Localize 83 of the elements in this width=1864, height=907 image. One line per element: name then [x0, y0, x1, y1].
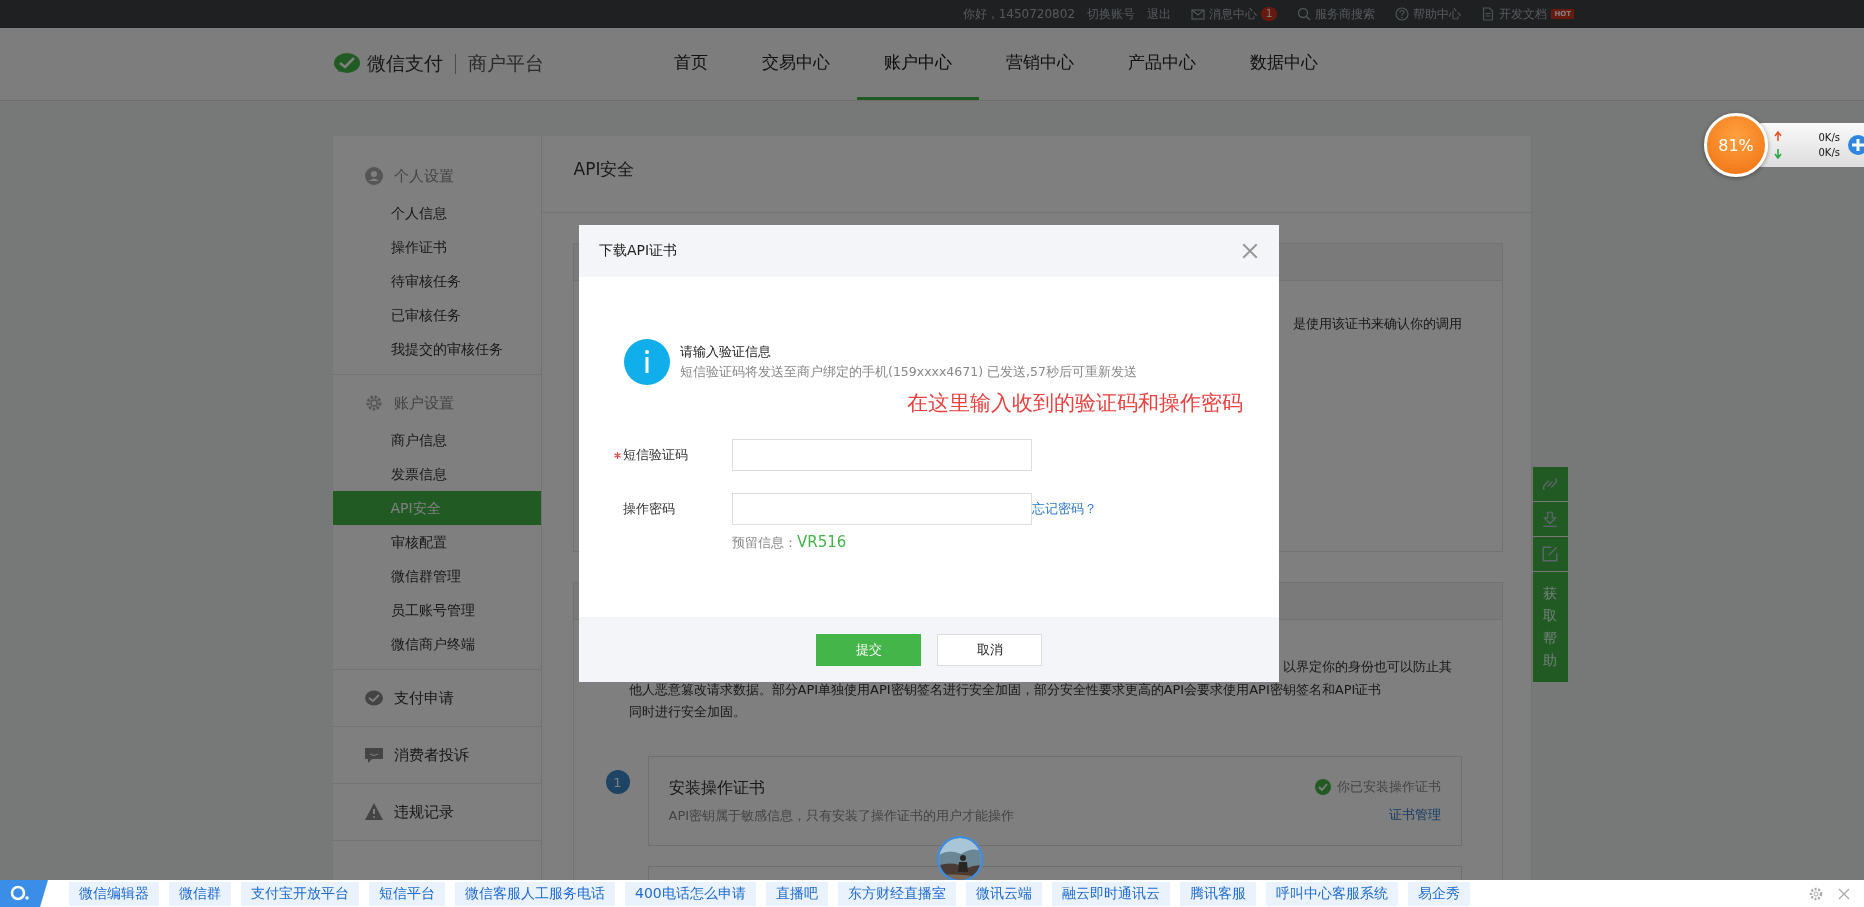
info-icon [624, 339, 670, 385]
input-field[interactable] [732, 493, 1032, 525]
quick-link[interactable]: 微信客服人工服务电话 [455, 881, 615, 906]
quick-link[interactable]: 东方财经直播室 [837, 881, 956, 906]
logo-text: 微信支付 [366, 51, 443, 76]
submit-button[interactable]: 提交 [816, 633, 921, 666]
forgot-password-link[interactable]: 忘记密码？ [1032, 500, 1097, 518]
edit-icon [1541, 545, 1559, 563]
count-badge: 1 [1261, 7, 1278, 21]
sidebar-item[interactable]: 员工账号管理 [332, 593, 541, 627]
check-icon [1314, 779, 1331, 795]
nav-tab[interactable]: 营销中心 [978, 28, 1101, 100]
logo-icon[interactable] [0, 880, 48, 907]
search-icon [1297, 7, 1312, 21]
download-button[interactable] [1532, 502, 1568, 536]
download-arrow-icon [1774, 149, 1782, 159]
sidebar-item[interactable]: 已审核任务 [332, 298, 541, 332]
quick-link[interactable]: 易企秀 [1407, 881, 1470, 906]
check-bubble-icon [363, 688, 384, 708]
input-field[interactable] [732, 439, 1032, 471]
intro-text: 他人恶意篡改请求数据。部分API单独使用API密钥签名进行安全加固，部分安全性要求更高的API会要求使用API密钥签名和API证书 [628, 682, 1383, 698]
quick-link[interactable]: 微信编辑器 [69, 881, 159, 906]
settings-icon[interactable] [1808, 885, 1824, 902]
cancel-button[interactable]: 取消 [937, 633, 1042, 666]
nav-tab[interactable]: 首页 [646, 28, 735, 100]
upload-speed: 0K/s [1818, 132, 1840, 143]
quick-link[interactable]: 微信群 [169, 881, 231, 906]
sidebar-item[interactable]: 审核配置 [332, 525, 541, 559]
sidebar-item[interactable]: 微信群管理 [332, 559, 541, 593]
sidebar-item[interactable]: 消费者投诉 [393, 745, 469, 765]
sidebar-item[interactable]: 操作证书 [332, 230, 541, 264]
person-icon [363, 166, 384, 186]
sidebar-item[interactable]: 商户信息 [332, 423, 541, 457]
nav-tab[interactable]: 数据中心 [1222, 28, 1345, 100]
quick-link[interactable]: 融云即时通讯云 [1051, 881, 1170, 906]
logo-subtitle: 商户平台 [467, 51, 544, 76]
quick-link[interactable]: 支付宝开放平台 [241, 881, 359, 906]
mail-icon [1191, 7, 1206, 21]
edit-button[interactable] [1532, 537, 1568, 571]
document-icon [1481, 7, 1496, 21]
info-text: 短信验证码将发送至商户绑定的手机(159xxxx4671) 已发送,57秒后可重新发送 [680, 364, 1137, 381]
card-text: 是使用该证书来确认你的调用 [1292, 315, 1462, 333]
help-icon [1395, 7, 1410, 21]
quick-link[interactable]: 微讯云端 [965, 881, 1042, 906]
reserved-value: VR516 [797, 533, 847, 551]
warning-icon [363, 802, 384, 822]
chat-icon [363, 745, 384, 765]
nav-tab[interactable]: 账户中心 [856, 28, 979, 100]
download-speed: 0K/s [1818, 147, 1840, 158]
reserved-label: 预留信息： [732, 535, 797, 550]
annotation-text: 在这里输入收到的验证码和操作密码 [907, 390, 1243, 417]
close-icon [1241, 242, 1259, 260]
sidebar-item[interactable]: 支付申请 [393, 688, 454, 708]
step-number: 1 [605, 770, 630, 794]
sidebar-item[interactable]: 待审核任务 [332, 264, 541, 298]
sidebar-item[interactable]: 我提交的审核任务 [332, 332, 541, 366]
cert-link[interactable]: 证书管理 [1388, 806, 1441, 824]
nav-tab[interactable]: 产品中心 [1100, 28, 1223, 100]
nav-tab[interactable]: 交易中心 [734, 28, 857, 100]
intro-text: 同时进行安全加固。 [628, 704, 747, 720]
quick-link[interactable]: 400电话怎么申请 [625, 881, 756, 906]
link-button[interactable] [1532, 467, 1568, 501]
quick-link[interactable]: 呼叫中心客服系统 [1265, 881, 1398, 906]
field-label: 短信验证码 [623, 446, 688, 464]
quick-link[interactable]: 直播吧 [765, 881, 828, 906]
plus-icon[interactable] [1848, 135, 1864, 155]
dialog-title: 下载API证书 [599, 242, 678, 260]
intro-text: 以界定你的身份也可以防止其 [1282, 658, 1452, 676]
close-button[interactable] [1241, 242, 1259, 260]
sidebar-item[interactable]: 违规记录 [393, 802, 454, 822]
logo-icon [332, 52, 361, 76]
quick-link[interactable]: 腾讯客服 [1179, 881, 1256, 906]
field-label: 操作密码 [623, 500, 675, 518]
step-title: 安装操作证书 [668, 777, 766, 799]
sidebar-item[interactable]: 发票信息 [332, 457, 541, 491]
page-title: API安全 [541, 136, 1531, 213]
quick-link[interactable]: 短信平台 [369, 881, 445, 906]
upload-arrow-icon [1774, 131, 1782, 141]
info-title: 请输入验证信息 [680, 343, 772, 361]
sidebar-item[interactable]: 微信商户终端 [332, 627, 541, 661]
sidebar-item[interactable]: 个人信息 [332, 196, 541, 230]
download-icon [1541, 510, 1559, 528]
memory-orb[interactable]: 81% [1704, 113, 1768, 177]
